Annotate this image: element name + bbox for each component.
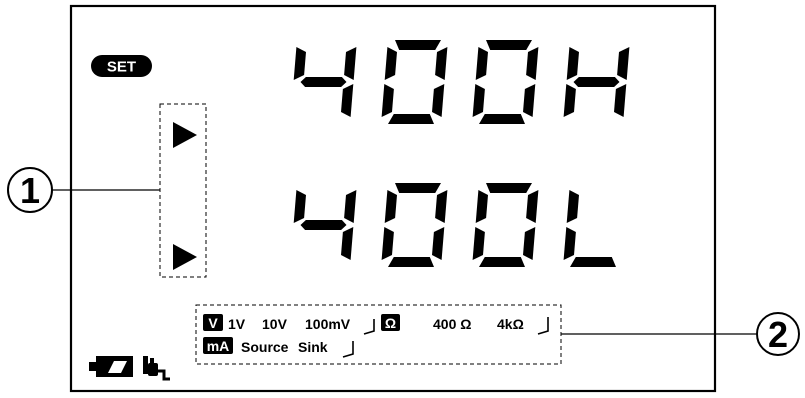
segment-g	[573, 77, 620, 87]
current-mode-source: Source	[241, 339, 289, 355]
current-unit-label: mA	[207, 338, 230, 354]
callout-1-number: 1	[20, 170, 40, 211]
voltage-unit-label: V	[208, 315, 218, 331]
segment-d	[388, 257, 434, 267]
segment-a	[395, 40, 441, 50]
segment-g	[300, 220, 347, 230]
segment-a	[486, 183, 532, 193]
segment-d	[479, 257, 525, 267]
current-mode-sink: Sink	[298, 339, 328, 355]
lcd-diagram: SET 1 V 1V 10V 100mV Ω 400 Ω 4kΩ mA Sour…	[7, 4, 800, 393]
resistance-range-400: 400 Ω	[433, 316, 471, 332]
voltage-range-10v: 10V	[262, 316, 288, 332]
segment-a	[395, 183, 441, 193]
set-badge: SET	[91, 55, 152, 77]
resistance-range-4k: 4kΩ	[497, 316, 524, 332]
segment-g	[300, 77, 347, 87]
resistance-unit-label: Ω	[385, 315, 396, 331]
voltage-range-1v: 1V	[228, 316, 246, 332]
segment-d	[388, 114, 434, 124]
segment-d	[570, 257, 616, 267]
callout-2-number: 2	[768, 314, 788, 355]
set-badge-text: SET	[107, 59, 136, 76]
voltage-range-100mv: 100mV	[305, 316, 351, 332]
segment-a	[486, 40, 532, 50]
segment-d	[479, 114, 525, 124]
